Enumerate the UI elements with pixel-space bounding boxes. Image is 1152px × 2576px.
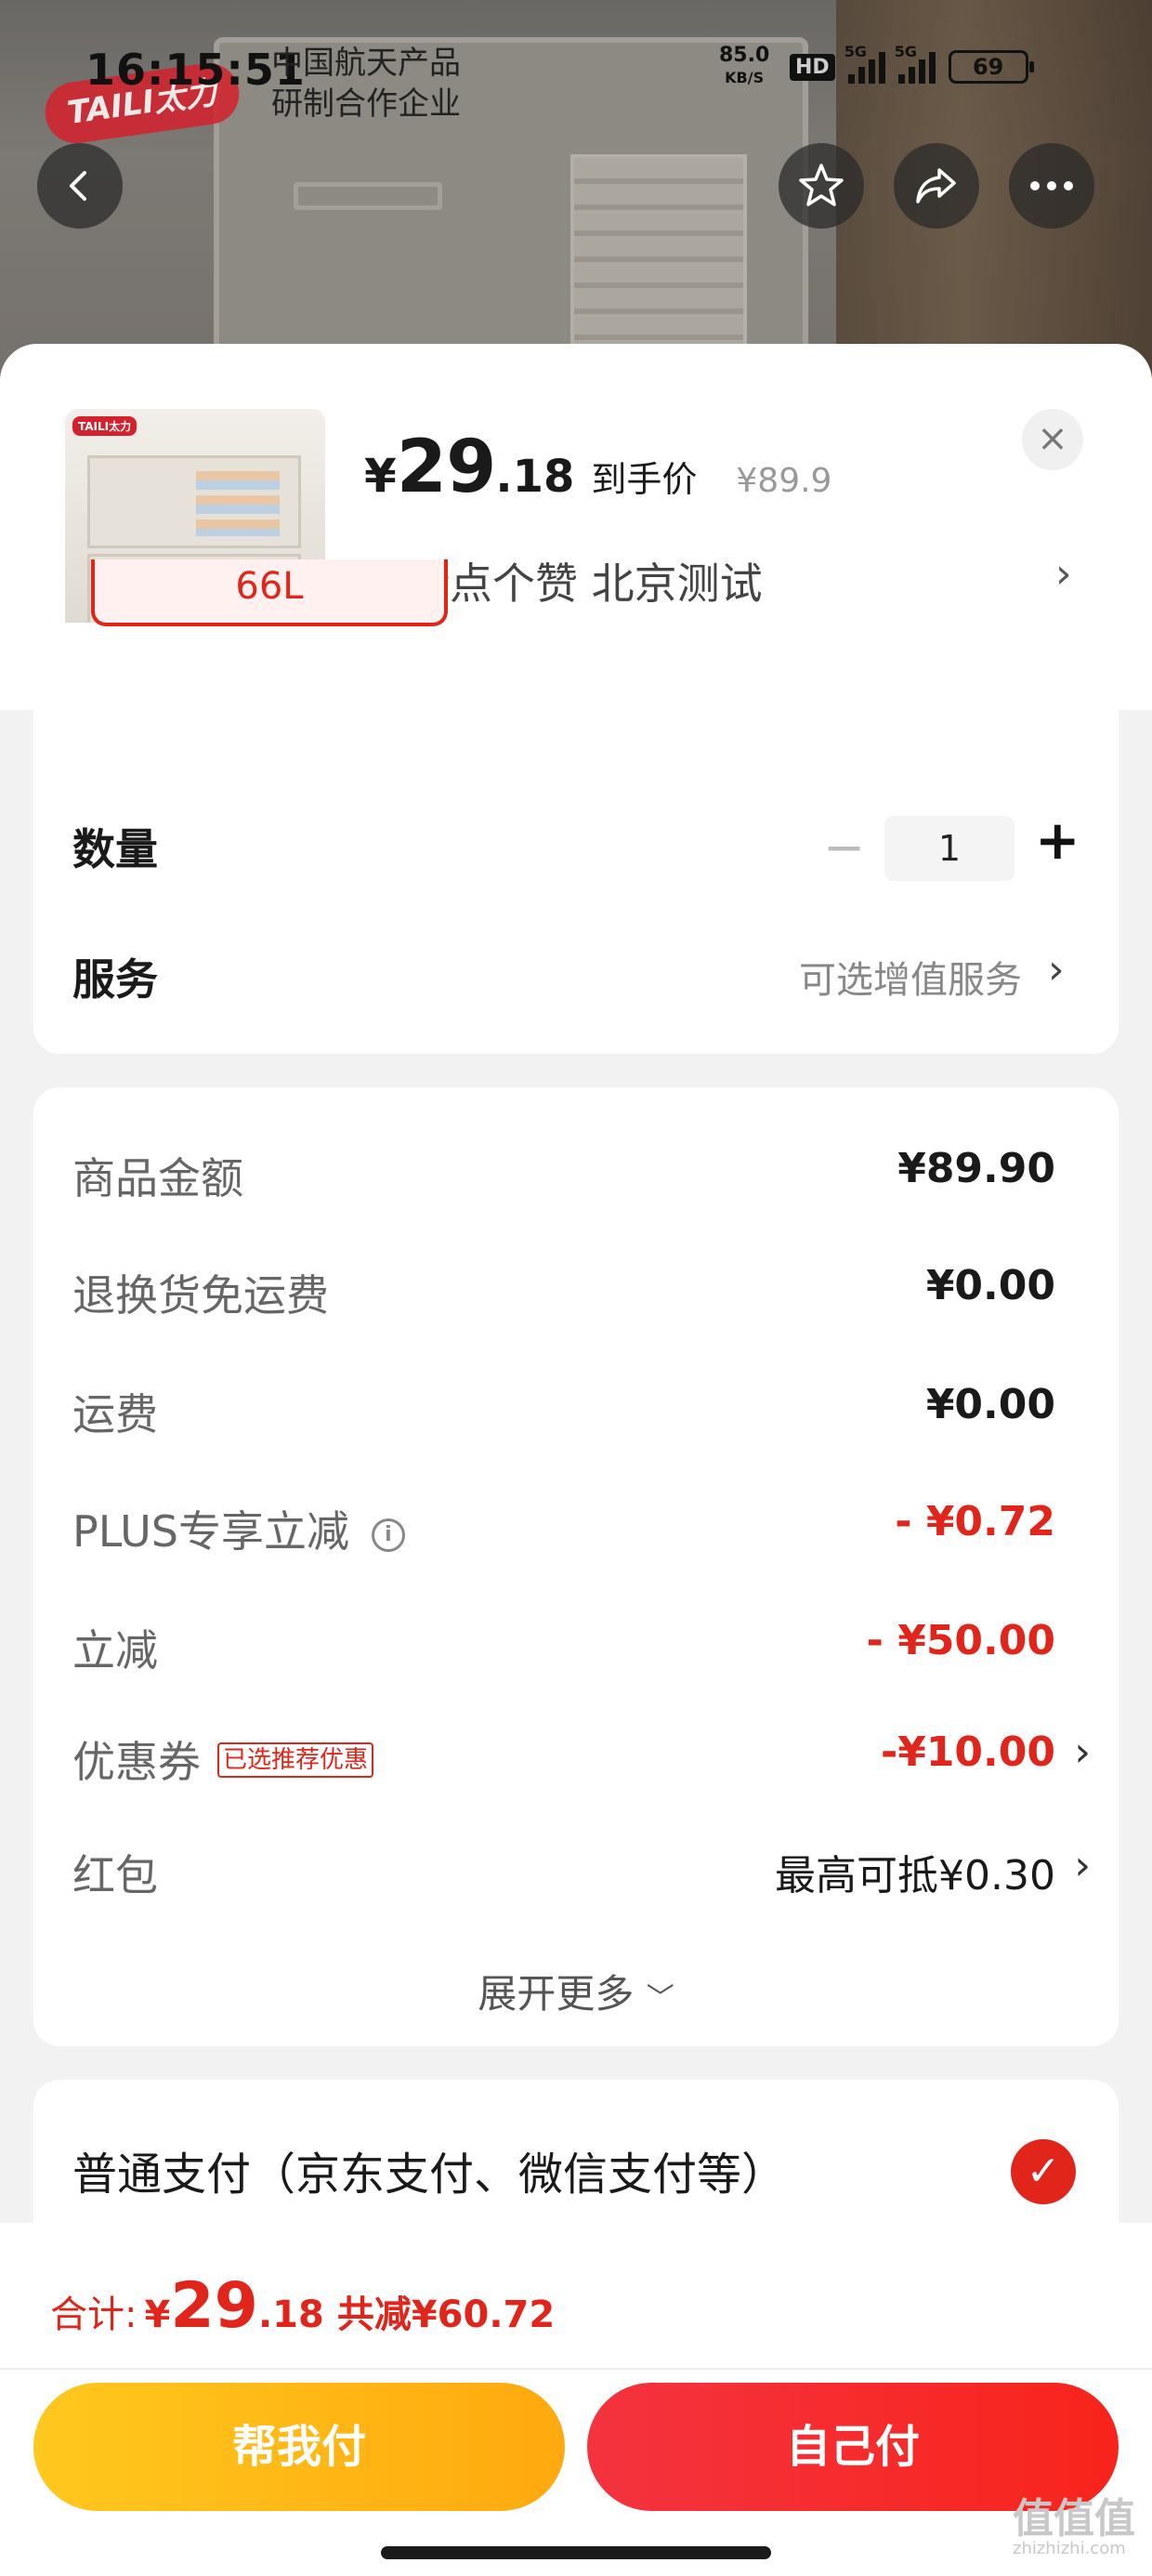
payment-method-label: 普通支付（京东支付、微信支付等） [72, 2149, 787, 2201]
chevron-down-icon: ﹀ [646, 1982, 674, 2015]
brand-slogan: 中国航天产品 研制合作企业 [271, 45, 461, 123]
coupon-badge: 已选推荐优惠 [217, 1742, 374, 1778]
quantity-decrease-button[interactable]: − [823, 818, 865, 876]
home-indicator[interactable] [381, 2546, 771, 2559]
fee-row-goods: 商品金额 ¥89.90 [72, 1145, 1055, 1203]
expand-more-button[interactable]: 展开更多 ﹀ [33, 1963, 1119, 2019]
status-bar: TAILI太力 16:15:51 中国航天产品 研制合作企业 85.0 KB/S… [0, 0, 1152, 148]
fee-breakdown-card: 商品金额 ¥89.90 退换货免运费 ¥0.00 运费 ¥0.00 PLUS专享… [33, 1087, 1119, 2046]
signal-icon: 5G [895, 43, 936, 84]
quantity-input[interactable]: 1 [884, 816, 1015, 881]
close-button[interactable]: × [1022, 409, 1083, 470]
price-label: 到手价 [591, 459, 698, 500]
signal-icon: 5G [844, 43, 885, 84]
chevron-right-icon: › [1074, 1842, 1091, 1889]
hd-icon: HD [790, 53, 835, 81]
service-option-link[interactable]: 可选增值服务 [799, 950, 1022, 1004]
more-button[interactable] [1009, 143, 1094, 229]
fee-row-return-shipping: 退换货免运费 ¥0.00 [72, 1262, 1055, 1321]
star-icon [799, 164, 844, 206]
original-price: ¥89.9 [736, 462, 832, 500]
help-pay-button[interactable]: 帮我付 [33, 2383, 565, 2511]
fee-row-shipping: 运费 ¥0.00 [72, 1381, 1055, 1439]
fee-row-red-packet[interactable]: 红包 最高可抵¥0.30 › [72, 1842, 1122, 1900]
fee-row-coupon[interactable]: 优惠券 已选推荐优惠 -¥10.00 › [72, 1728, 1122, 1787]
spec-chip-selected[interactable]: 66L [91, 559, 448, 626]
service-label: 服务 [72, 954, 158, 1005]
total-discount: 共减¥60.72 [336, 2293, 556, 2336]
fee-row-plus-discount: PLUS专享立减 i - ¥0.72 [72, 1498, 1055, 1557]
net-speed: 85.0 KB/S [719, 44, 770, 87]
watermark: 值值值 zhizhizhi.com [1013, 2495, 1135, 2558]
quantity-increase-button[interactable]: + [1035, 808, 1080, 872]
quantity-label: 数量 [72, 824, 158, 874]
close-icon: × [1037, 417, 1068, 460]
favorite-button[interactable] [779, 143, 864, 229]
back-button[interactable] [37, 143, 123, 229]
chevron-right-icon[interactable]: › [1055, 550, 1072, 598]
total-price: 合计: ¥ 29 .18 共减¥60.72 [50, 2269, 556, 2343]
chevron-right-icon: › [1074, 1728, 1091, 1776]
fee-row-instant-discount: 立减 - ¥50.00 [72, 1617, 1055, 1676]
battery-icon: 69 [948, 50, 1034, 84]
share-button[interactable] [894, 143, 979, 229]
chevron-left-icon [70, 171, 86, 201]
final-price: ¥ 29 .18 到手价 ¥89.9 [364, 426, 832, 509]
more-icon [1030, 181, 1073, 191]
chevron-right-icon[interactable]: › [1048, 946, 1065, 993]
checkout-bar: 合计: ¥ 29 .18 共减¥60.72 帮我付 自己付 值值值 zhizhiz… [0, 2223, 1152, 2576]
info-icon[interactable]: i [371, 1518, 405, 1552]
share-icon [916, 168, 956, 204]
check-icon[interactable]: ✓ [1011, 2139, 1076, 2204]
options-card: 66L 数量 − 1 + 服务 可选增值服务 › [33, 559, 1119, 1054]
